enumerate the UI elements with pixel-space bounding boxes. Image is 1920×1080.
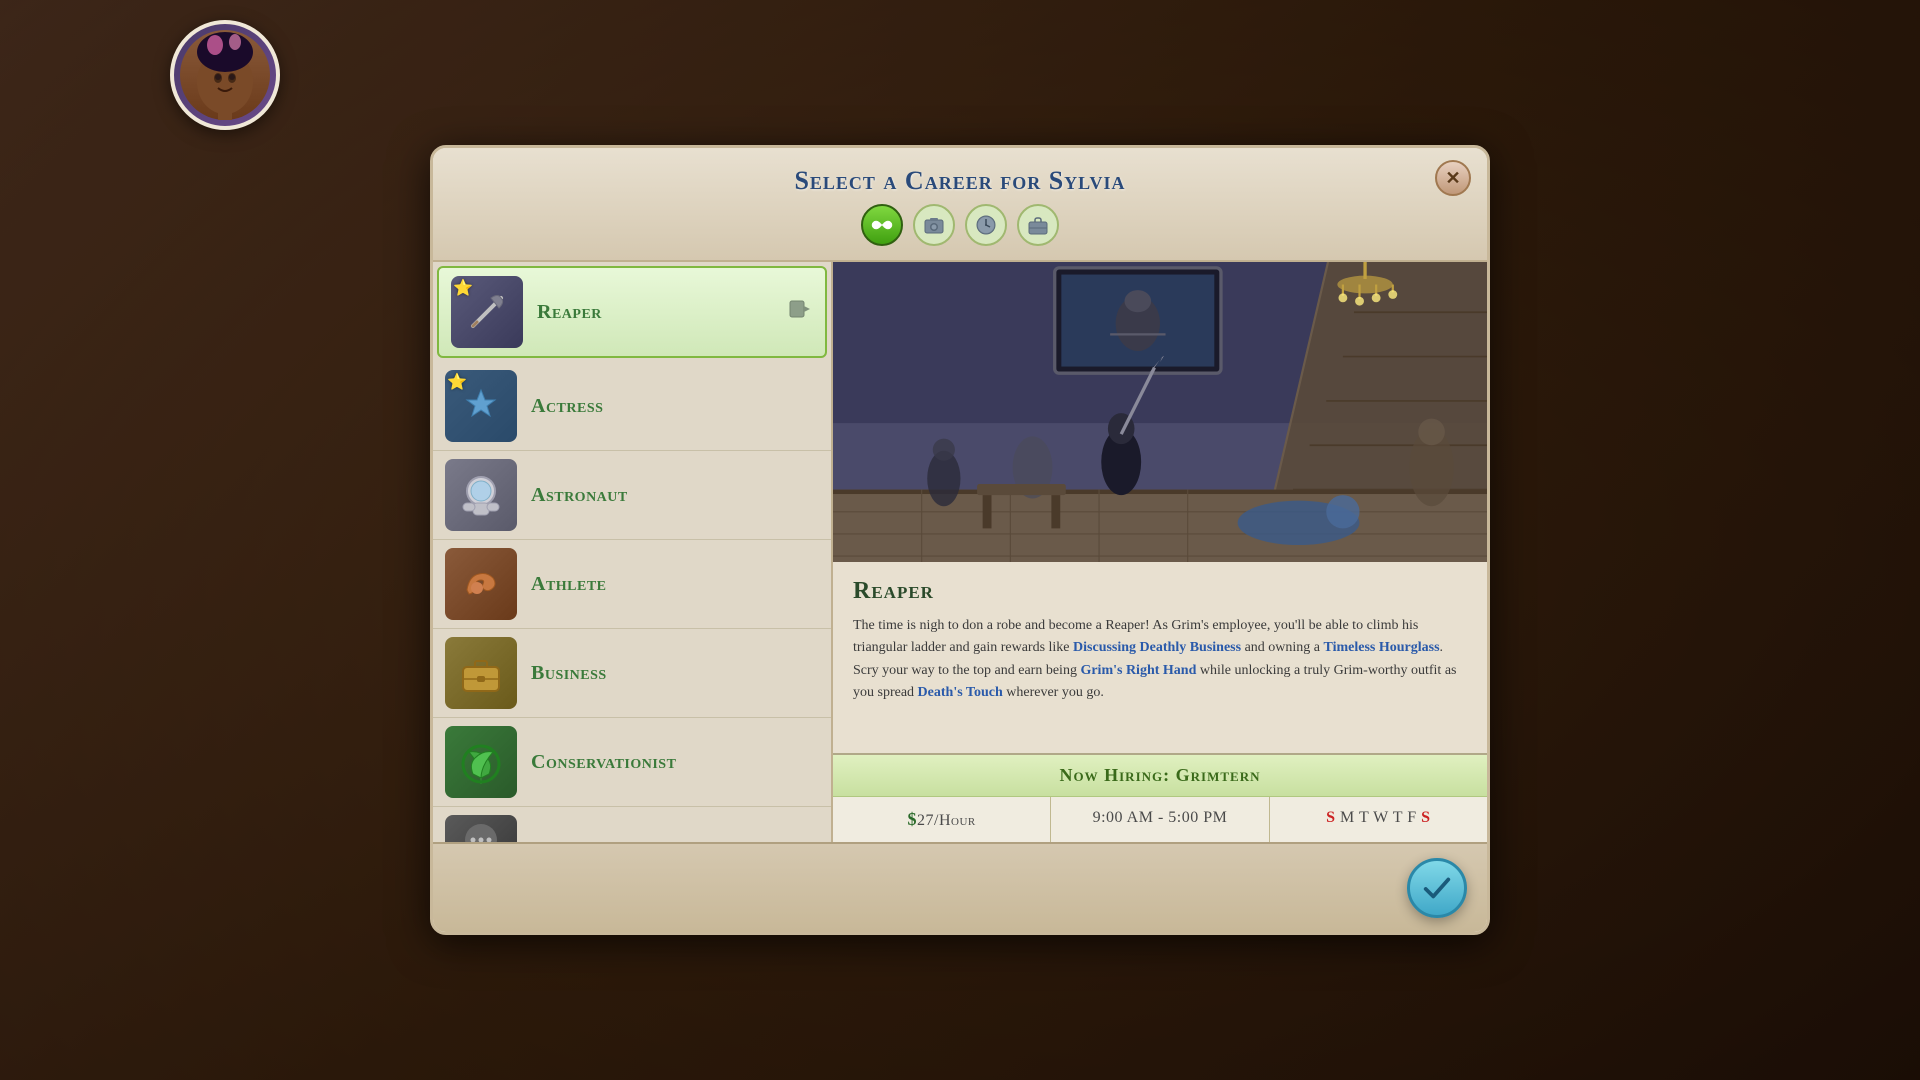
career-item-actress[interactable]: ⭐ Actress bbox=[433, 362, 831, 451]
wage-amount: 27/Hour bbox=[917, 812, 976, 829]
briefcase-icon bbox=[1027, 214, 1049, 236]
astronaut-svg bbox=[457, 471, 505, 519]
hiring-banner: Now Hiring: Grimtern bbox=[833, 755, 1487, 797]
filter-row bbox=[453, 196, 1467, 250]
infinity-icon bbox=[870, 213, 894, 237]
day-t1: T bbox=[1359, 809, 1373, 826]
career-name-reaper: Reaper bbox=[537, 301, 602, 324]
hiring-days: S M T W T F S bbox=[1270, 797, 1487, 842]
career-name-business: Business bbox=[531, 662, 607, 685]
career-name-athlete: Athlete bbox=[531, 573, 607, 596]
avatar bbox=[170, 20, 280, 130]
modal-footer bbox=[433, 842, 1487, 932]
star-badge-actress: ⭐ bbox=[447, 372, 467, 392]
career-image bbox=[833, 262, 1487, 562]
career-icon-reaper: ⭐ bbox=[451, 276, 523, 348]
clock-icon bbox=[975, 214, 997, 236]
modal-header: Select a Career for Sylvia bbox=[433, 148, 1487, 262]
career-description: The time is nigh to don a robe and becom… bbox=[853, 615, 1467, 705]
wage-symbol: $ bbox=[908, 809, 918, 829]
day-s1: S bbox=[1326, 809, 1335, 826]
career-desc-area: Reaper The time is nigh to don a robe an… bbox=[833, 562, 1487, 753]
avatar-svg bbox=[180, 30, 270, 120]
day-w: W bbox=[1373, 809, 1393, 826]
hiring-panel: Now Hiring: Grimtern $27/Hour 9:00 AM - … bbox=[833, 753, 1487, 842]
modal-title: Select a Career for Sylvia bbox=[453, 166, 1467, 196]
career-icon-business bbox=[445, 637, 517, 709]
filter-all[interactable] bbox=[861, 204, 903, 246]
day-t2: T bbox=[1393, 809, 1407, 826]
career-item-athlete[interactable]: Athlete bbox=[433, 540, 831, 629]
career-icon-more bbox=[445, 815, 517, 842]
modal-body: ⭐ Reaper bbox=[433, 262, 1487, 842]
hiring-wage: $27/Hour bbox=[833, 797, 1051, 842]
day-f: F bbox=[1407, 809, 1421, 826]
highlight-2: Timeless Hourglass bbox=[1324, 640, 1440, 655]
highlight-3: Grim's Right Hand bbox=[1080, 663, 1196, 678]
career-name-actress: Actress bbox=[531, 395, 603, 418]
checkmark-icon bbox=[1421, 872, 1453, 904]
close-button[interactable]: ✕ bbox=[1435, 160, 1471, 196]
career-item-business[interactable]: Business bbox=[433, 629, 831, 718]
scene-svg bbox=[833, 262, 1487, 562]
camera-play-icon bbox=[789, 298, 811, 320]
hiring-hours: 9:00 AM - 5:00 PM bbox=[1051, 797, 1269, 842]
conservationist-svg bbox=[457, 738, 505, 786]
camera-icon bbox=[923, 214, 945, 236]
career-icon-athlete bbox=[445, 548, 517, 620]
career-icon-conservationist bbox=[445, 726, 517, 798]
career-item-reaper[interactable]: ⭐ Reaper bbox=[437, 266, 827, 358]
career-name-astronaut: Astronaut bbox=[531, 484, 628, 507]
day-s2: S bbox=[1421, 809, 1430, 826]
career-name-conservationist: Conservationist bbox=[531, 751, 676, 774]
career-list: ⭐ Reaper bbox=[433, 262, 833, 842]
career-detail-title: Reaper bbox=[853, 578, 1467, 605]
business-svg bbox=[457, 649, 505, 697]
career-icon-astronaut bbox=[445, 459, 517, 531]
career-item-astronaut[interactable]: Astronaut bbox=[433, 451, 831, 540]
confirm-button[interactable] bbox=[1407, 858, 1467, 918]
highlight-4: Death's Touch bbox=[918, 685, 1003, 700]
star-badge-reaper: ⭐ bbox=[453, 278, 473, 298]
avatar-face bbox=[180, 30, 270, 120]
career-icon-actress: ⭐ bbox=[445, 370, 517, 442]
hiring-stats: $27/Hour 9:00 AM - 5:00 PM S M T W T F S bbox=[833, 797, 1487, 842]
career-item-more[interactable] bbox=[433, 807, 831, 842]
filter-careers[interactable] bbox=[1017, 204, 1059, 246]
filter-work[interactable] bbox=[913, 204, 955, 246]
day-m: M bbox=[1340, 809, 1359, 826]
career-item-conservationist[interactable]: Conservationist bbox=[433, 718, 831, 807]
filter-schedule[interactable] bbox=[965, 204, 1007, 246]
athlete-svg bbox=[457, 560, 505, 608]
career-detail: Reaper The time is nigh to don a robe an… bbox=[833, 262, 1487, 842]
highlight-1: Discussing Deathly Business bbox=[1073, 640, 1241, 655]
career-modal: Select a Career for Sylvia bbox=[430, 145, 1490, 935]
career-action-reaper bbox=[789, 298, 811, 326]
more-icon bbox=[463, 822, 499, 842]
